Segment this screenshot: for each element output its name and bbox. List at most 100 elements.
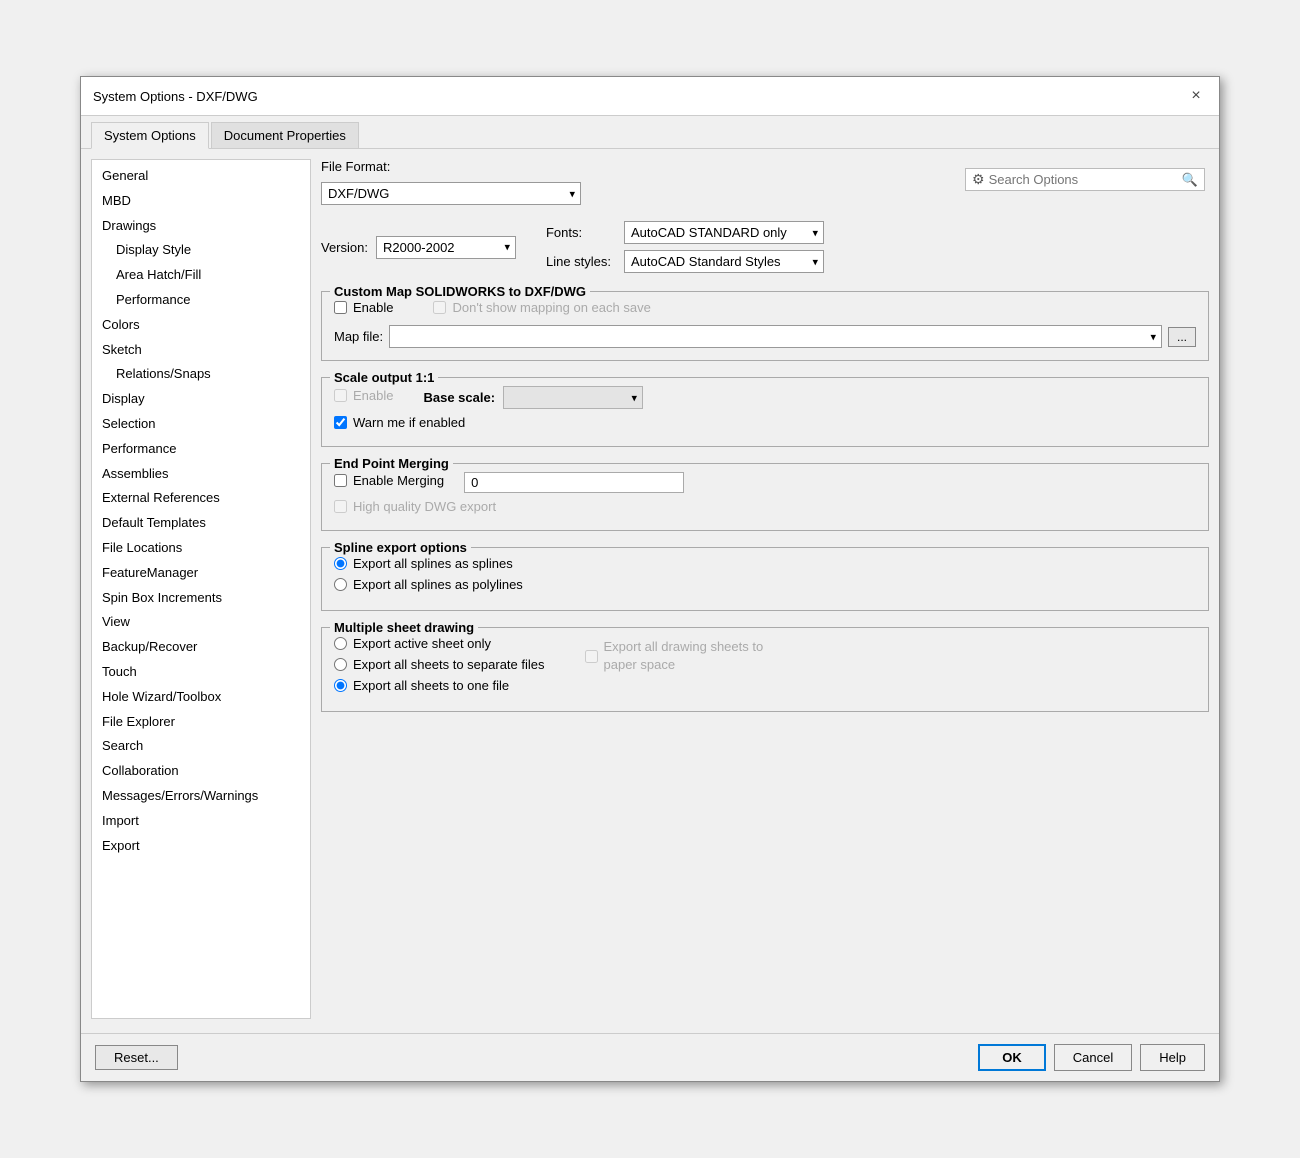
multi-sheet-title: Multiple sheet drawing	[330, 620, 478, 635]
merging-value-input[interactable]	[464, 472, 684, 493]
sidebar-item-file-explorer[interactable]: File Explorer	[92, 710, 310, 735]
sidebar-item-default-templates[interactable]: Default Templates	[92, 511, 310, 536]
export-all-paper-row: Export all drawing sheets to paper space	[585, 638, 784, 674]
sidebar-item-assemblies[interactable]: Assemblies	[92, 462, 310, 487]
sidebar-item-hole-wizard[interactable]: Hole Wizard/Toolbox	[92, 685, 310, 710]
sidebar-item-touch[interactable]: Touch	[92, 660, 310, 685]
sidebar-item-performance-drawings[interactable]: Performance	[92, 288, 310, 313]
dialog-body: General MBD Drawings Display Style Area …	[81, 149, 1219, 1029]
footer-buttons: OK Cancel Help	[978, 1044, 1205, 1071]
sidebar-item-display[interactable]: Display	[92, 387, 310, 412]
multi-sheet-group: Multiple sheet drawing Export active she…	[321, 627, 1209, 712]
spline-group: Spline export options Export all splines…	[321, 547, 1209, 611]
title-bar: System Options - DXF/DWG ×	[81, 77, 1219, 116]
file-format-select[interactable]: DXF/DWG	[321, 182, 581, 205]
sidebar-item-area-hatch[interactable]: Area Hatch/Fill	[92, 263, 310, 288]
enable-merging-checkbox[interactable]	[334, 474, 347, 487]
export-separate-label: Export all sheets to separate files	[353, 657, 545, 672]
export-polylines-row: Export all splines as polylines	[334, 577, 1196, 592]
fonts-linestyles-col: Fonts: AutoCAD STANDARD only All fonts L…	[546, 221, 824, 273]
export-one-row: Export all sheets to one file	[334, 678, 545, 693]
version-wrapper: R2000-2002 R2004-2006 R2007-2009	[376, 236, 516, 259]
fonts-pair: Fonts: AutoCAD STANDARD only All fonts	[546, 221, 824, 244]
sidebar-item-mbd[interactable]: MBD	[92, 189, 310, 214]
sidebar-item-selection[interactable]: Selection	[92, 412, 310, 437]
sidebar-item-display-style[interactable]: Display Style	[92, 238, 310, 263]
ok-button[interactable]: OK	[978, 1044, 1046, 1071]
scale-output-title: Scale output 1:1	[330, 370, 438, 385]
map-file-row: Map file: ...	[334, 325, 1196, 348]
paper-space-col: Export all drawing sheets to paper space	[585, 636, 784, 699]
reset-button[interactable]: Reset...	[95, 1045, 178, 1070]
tab-document-properties[interactable]: Document Properties	[211, 122, 359, 148]
sidebar-item-import[interactable]: Import	[92, 809, 310, 834]
warn-scale-checkbox[interactable]	[334, 416, 347, 429]
close-button[interactable]: ×	[1185, 85, 1207, 107]
sidebar-item-backup-recover[interactable]: Backup/Recover	[92, 635, 310, 660]
tab-system-options[interactable]: System Options	[91, 122, 209, 149]
search-container: ⚙ 🔍	[965, 168, 1205, 191]
map-file-select[interactable]	[389, 325, 1162, 348]
merging-row: Enable Merging	[334, 472, 1196, 493]
export-active-radio[interactable]	[334, 637, 347, 650]
scale-enable-row: Enable Base scale:	[334, 386, 1196, 409]
version-label: Version:	[321, 240, 368, 255]
sidebar-item-spin-box[interactable]: Spin Box Increments	[92, 586, 310, 611]
export-splines-radio[interactable]	[334, 557, 347, 570]
sidebar-item-search[interactable]: Search	[92, 734, 310, 759]
warn-scale-label: Warn me if enabled	[353, 415, 465, 430]
dont-show-mapping-checkbox[interactable]	[433, 301, 446, 314]
fonts-select[interactable]: AutoCAD STANDARD only All fonts	[624, 221, 824, 244]
export-separate-radio[interactable]	[334, 658, 347, 671]
sidebar: General MBD Drawings Display Style Area …	[91, 159, 311, 1019]
sidebar-item-messages-errors[interactable]: Messages/Errors/Warnings	[92, 784, 310, 809]
multi-sheet-inner: Export active sheet only Export all shee…	[334, 636, 1196, 699]
spline-title: Spline export options	[330, 540, 471, 555]
enable-custom-map-label: Enable	[353, 300, 393, 315]
line-styles-pair: Line styles: AutoCAD Standard Styles Cus…	[546, 250, 824, 273]
sidebar-item-collaboration[interactable]: Collaboration	[92, 759, 310, 784]
line-styles-label: Line styles:	[546, 254, 616, 269]
high-quality-checkbox[interactable]	[334, 500, 347, 513]
export-polylines-radio[interactable]	[334, 578, 347, 591]
sidebar-item-relations-snaps[interactable]: Relations/Snaps	[92, 362, 310, 387]
dialog-title: System Options - DXF/DWG	[93, 89, 258, 104]
sidebar-item-performance[interactable]: Performance	[92, 437, 310, 462]
sidebar-item-external-references[interactable]: External References	[92, 486, 310, 511]
dont-show-mapping-label: Don't show mapping on each save	[452, 300, 650, 315]
enable-custom-map-checkbox[interactable]	[334, 301, 347, 314]
tab-bar: System Options Document Properties	[81, 122, 1219, 148]
export-splines-label: Export all splines as splines	[353, 556, 513, 571]
map-file-wrapper	[389, 325, 1162, 348]
custom-map-title: Custom Map SOLIDWORKS to DXF/DWG	[330, 284, 590, 299]
gear-icon: ⚙	[972, 171, 985, 188]
version-select[interactable]: R2000-2002 R2004-2006 R2007-2009	[376, 236, 516, 259]
export-one-radio[interactable]	[334, 679, 347, 692]
enable-merging-label: Enable Merging	[353, 473, 444, 488]
sidebar-item-colors[interactable]: Colors	[92, 313, 310, 338]
fonts-wrapper: AutoCAD STANDARD only All fonts	[624, 221, 824, 244]
search-icon: 🔍	[1182, 172, 1198, 188]
sidebar-item-general[interactable]: General	[92, 164, 310, 189]
base-scale-label: Base scale:	[423, 390, 495, 405]
multi-sheet-options: Export active sheet only Export all shee…	[334, 636, 545, 699]
high-quality-label: High quality DWG export	[353, 499, 496, 514]
sidebar-item-file-locations[interactable]: File Locations	[92, 536, 310, 561]
line-styles-select[interactable]: AutoCAD Standard Styles Custom Styles	[624, 250, 824, 273]
export-one-label: Export all sheets to one file	[353, 678, 509, 693]
sidebar-item-drawings[interactable]: Drawings	[92, 214, 310, 239]
base-scale-select[interactable]	[503, 386, 643, 409]
sidebar-item-feature-manager[interactable]: FeatureManager	[92, 561, 310, 586]
file-format-label: File Format:	[321, 159, 401, 174]
cancel-button[interactable]: Cancel	[1054, 1044, 1132, 1071]
sidebar-item-view[interactable]: View	[92, 610, 310, 635]
help-button[interactable]: Help	[1140, 1044, 1205, 1071]
search-input[interactable]	[989, 172, 1182, 187]
sidebar-item-sketch[interactable]: Sketch	[92, 338, 310, 363]
browse-button[interactable]: ...	[1168, 327, 1196, 347]
export-all-paper-checkbox[interactable]	[585, 650, 598, 663]
scale-output-group: Scale output 1:1 Enable Base scale:	[321, 377, 1209, 447]
enable-scale-checkbox[interactable]	[334, 389, 347, 402]
export-separate-row: Export all sheets to separate files	[334, 657, 545, 672]
sidebar-item-export[interactable]: Export	[92, 834, 310, 859]
